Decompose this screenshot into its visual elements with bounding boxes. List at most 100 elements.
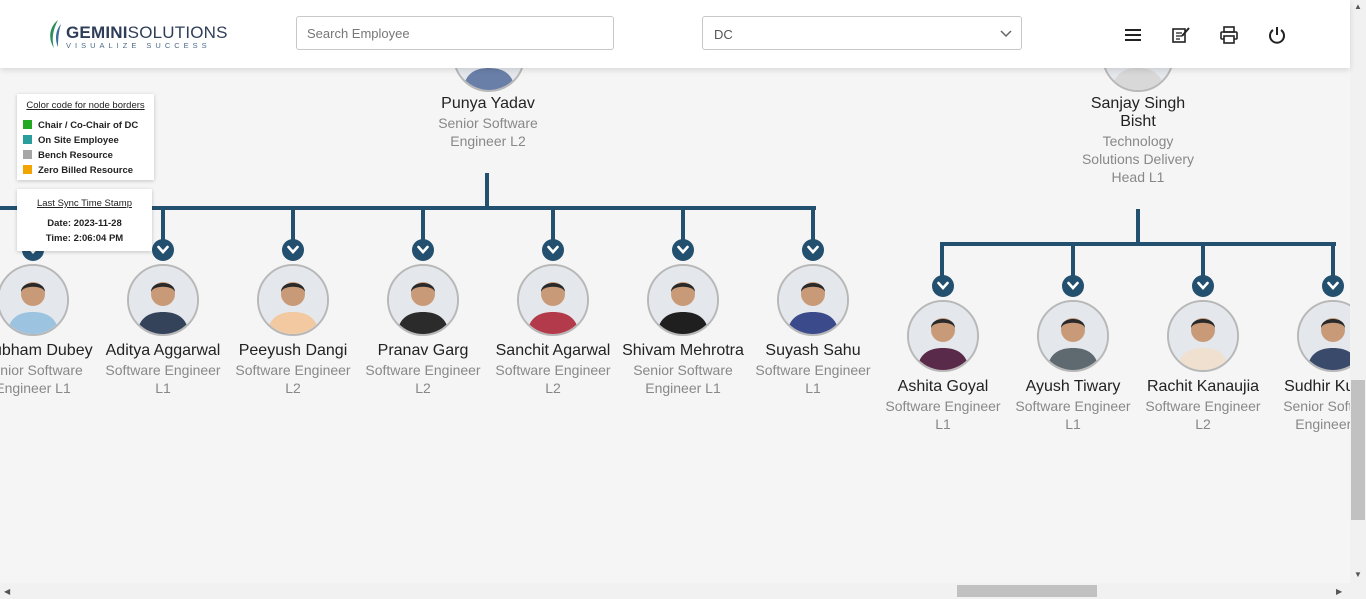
legend-swatch [23,165,32,174]
employee-name: Suyash Sahu [765,342,861,359]
sync-title: Last Sync Time Stamp [36,198,133,209]
employee-avatar[interactable] [1037,300,1109,372]
employee-avatar[interactable] [127,264,199,336]
connector-line [551,206,555,240]
expand-node-toggle[interactable] [802,239,824,261]
person-photo-icon [779,266,847,334]
expand-node-toggle[interactable] [412,239,434,261]
print-icon[interactable] [1219,25,1239,45]
chevron-down-icon [547,245,559,254]
logo-name: GEMINISOLUTIONS [66,23,228,42]
employee-avatar[interactable] [1167,300,1239,372]
logo-leaf-icon [50,20,61,48]
horizontal-scroll-thumb[interactable] [957,585,1097,597]
employee-avatar[interactable] [777,264,849,336]
chevron-down-icon [1067,281,1079,290]
department-select[interactable]: DC [702,16,1022,50]
legend-item: Zero Billed Resource [23,165,133,177]
expand-node-toggle[interactable] [282,239,304,261]
person-photo-icon [909,302,977,370]
chevron-down-icon [937,281,949,290]
connector-line [811,206,815,240]
legend-swatch [23,150,32,159]
employee-role: Software Engineer L2 [495,362,611,396]
person-photo-icon [129,266,197,334]
person-photo-icon [259,266,327,334]
employee-avatar[interactable] [907,300,979,372]
expand-node-toggle[interactable] [542,239,564,261]
legend-item: On Site Employee [23,135,119,147]
employee-name: Ashita Goyal [897,378,989,395]
sync-timestamp-box: Last Sync Time Stamp Date: 2023-11-28 Ti… [17,189,152,251]
employee-avatar[interactable] [517,264,589,336]
chevron-down-icon [417,245,429,254]
chevron-down-icon [1197,281,1209,290]
power-icon[interactable] [1267,25,1287,45]
employee-role: Software Engineer L2 [1145,398,1261,432]
connector-line [681,206,685,240]
gemini-logo[interactable]: GEMINISOLUTIONS VISUALIZE SUCCESS [46,18,228,52]
manager-role: Senior Software Engineer L2 [438,115,538,149]
legend-swatch [23,120,32,129]
person-photo-icon [389,266,457,334]
person-photo-icon [0,266,67,334]
legend-item: Bench Resource [23,150,113,162]
edit-note-icon[interactable] [1171,25,1191,45]
sync-time: Time: 2:06:04 PM [45,233,124,244]
expand-node-toggle[interactable] [1322,275,1344,297]
sync-date: Date: 2023-11-28 [47,218,122,229]
connector-line [421,206,425,240]
employee-name: Shubham Dubey [0,342,93,359]
scroll-down-arrow-icon[interactable]: ▼ [1354,570,1362,579]
scroll-left-arrow-icon[interactable]: ◀ [4,587,10,596]
connector-line [940,242,944,276]
employee-role: Senior Software Engineer L1 [0,362,83,396]
connector-line [1201,242,1205,276]
chevron-down-icon [677,245,689,254]
employee-name: Rachit Kanaujia [1146,378,1260,395]
connector-line [940,242,1336,246]
connector-line [485,173,489,207]
employee-role: Software Engineer L2 [235,362,351,396]
chevron-down-icon [1327,281,1339,290]
employee-role: Software Engineer L1 [105,362,221,396]
employee-role: Software Engineer L1 [885,398,1001,432]
connector-line [1071,242,1075,276]
connector-line [1136,209,1140,243]
employee-avatar[interactable] [647,264,719,336]
scroll-right-arrow-icon[interactable]: ▶ [1336,587,1342,596]
employee-role: Software Engineer L2 [365,362,481,396]
employee-avatar[interactable] [257,264,329,336]
employee-role: Senior Software Engineer L1 [633,362,733,396]
person-photo-icon [649,266,717,334]
search-employee-input[interactable] [296,16,614,50]
connector-line [291,206,295,240]
employee-name: Sanchit Agarwal [495,342,611,359]
chevron-down-icon [807,245,819,254]
manager-name: Sanjay Singh Bisht [1090,95,1186,130]
person-photo-icon [519,266,587,334]
employee-name: Aditya Aggarwal [105,342,221,359]
manager-role: Technology Solutions Delivery Head L1 [1081,133,1195,185]
horizontal-scrollbar[interactable] [0,583,1350,599]
legend-item: Chair / Co-Chair of DC [23,120,138,132]
chevron-down-icon [287,245,299,254]
employee-role: Software Engineer L1 [1015,398,1131,432]
expand-node-toggle[interactable] [1062,275,1084,297]
employee-avatar[interactable] [0,264,69,336]
menu-icon[interactable] [1123,25,1143,45]
employee-name: Pranav Garg [377,342,469,359]
expand-node-toggle[interactable] [1192,275,1214,297]
vertical-scroll-thumb[interactable] [1351,380,1365,520]
logo-tagline: VISUALIZE SUCCESS [66,41,211,50]
department-selected-value: DC [714,27,733,42]
scroll-up-arrow-icon[interactable]: ▲ [1354,2,1362,11]
expand-node-toggle[interactable] [152,239,174,261]
employee-name: Shivam Mehrotra [622,342,744,359]
employee-avatar[interactable] [387,264,459,336]
connector-line [161,206,165,240]
manager-name: Punya Yadav [441,95,535,112]
chevron-down-icon [157,245,169,254]
expand-node-toggle[interactable] [672,239,694,261]
expand-node-toggle[interactable] [932,275,954,297]
